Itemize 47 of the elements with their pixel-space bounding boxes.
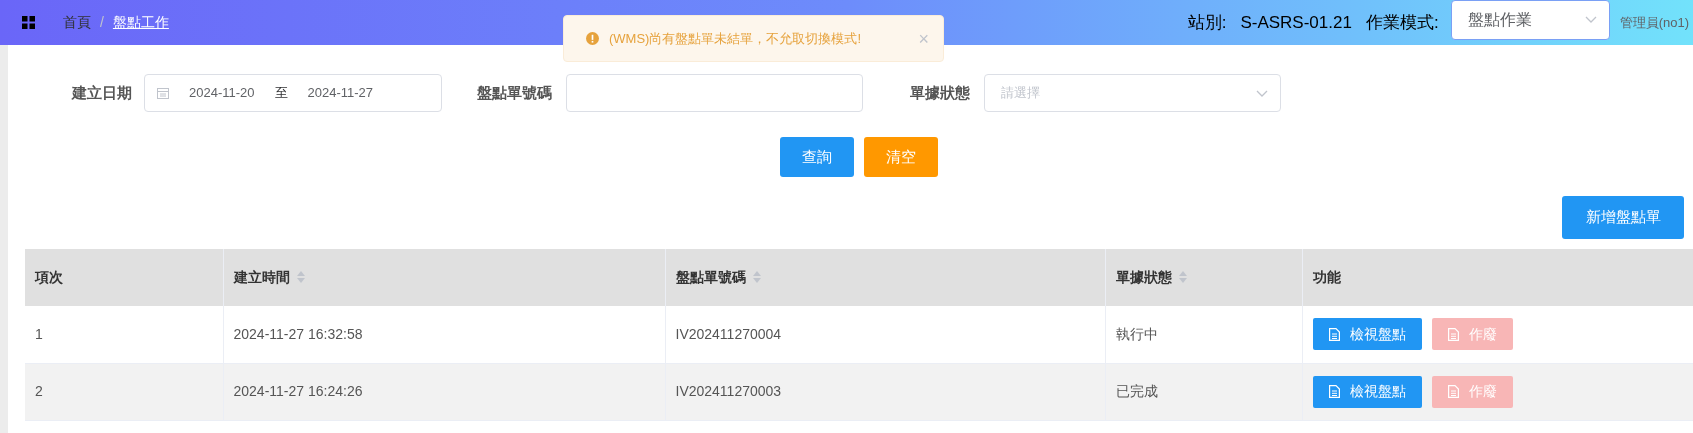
sort-icon[interactable] <box>752 271 761 283</box>
station-label: 站別: <box>1187 11 1227 34</box>
document-icon <box>1447 327 1459 341</box>
view-button[interactable]: 檢視盤點 <box>1312 375 1422 408</box>
sort-icon[interactable] <box>1178 271 1187 283</box>
sort-icon[interactable] <box>296 271 305 283</box>
header-cell[interactable]: 單據狀態 <box>1105 249 1302 306</box>
document-icon <box>1328 385 1340 398</box>
order-number-field[interactable] <box>566 74 863 112</box>
mode-label: 作業模式: <box>1365 11 1439 34</box>
table-cell: IV202411270003 <box>675 383 782 399</box>
breadcrumb-separator: / <box>100 13 104 32</box>
document-icon <box>1328 327 1340 341</box>
table-cell: 已完成 <box>1115 383 1158 399</box>
column-header[interactable]: 單據狀態 <box>1115 269 1172 285</box>
column-header[interactable]: 建立時間 <box>233 269 290 285</box>
document-icon <box>1447 385 1459 398</box>
chevron-down-icon <box>1256 89 1268 97</box>
breadcrumb-link[interactable]: 首頁 <box>63 12 91 33</box>
column-header: 項次 <box>35 269 63 285</box>
field-label: 單據狀態 <box>909 82 970 103</box>
table-cell: 2024-11-27 16:24:26 <box>233 383 363 399</box>
header-cell[interactable]: 盤點單號碼 <box>665 249 1105 306</box>
table-cell: 2 <box>35 383 43 399</box>
toast-message: (WMS)尚有盤點單未結單，不允取切換模式! <box>609 29 862 48</box>
field-label: 建立日期 <box>70 82 132 103</box>
table-cell: 執行中 <box>1115 325 1158 342</box>
station-value: S-ASRS-01.21 <box>1240 11 1352 34</box>
view-button[interactable]: 檢視盤點 <box>1312 318 1422 351</box>
date-range-field[interactable]: 2024-11-20 至 2024-11-27 <box>144 74 442 112</box>
warning-icon <box>586 32 599 45</box>
query-button[interactable]: 查詢 <box>780 137 854 177</box>
breadcrumb-link[interactable]: 盤點工作 <box>112 12 169 33</box>
new-count-button[interactable]: 新增盤點單 <box>1562 196 1684 239</box>
field-label: 盤點單號碼 <box>476 82 552 103</box>
header-cell[interactable]: 建立時間 <box>223 249 665 306</box>
calendar-icon <box>157 87 169 99</box>
column-header: 功能 <box>1312 269 1341 285</box>
chevron-down-icon <box>1584 16 1597 23</box>
user-name[interactable]: 管理員(no1) <box>1619 12 1689 33</box>
table-cell: 1 <box>35 325 43 342</box>
column-header[interactable]: 盤點單號碼 <box>675 269 746 285</box>
mode-select[interactable]: 盤點作業 <box>1450 0 1610 40</box>
table-cell: IV202411270004 <box>675 325 782 342</box>
table-cell: 2024-11-27 16:32:58 <box>233 325 363 342</box>
grid-icon[interactable] <box>22 16 35 29</box>
clear-button[interactable]: 清空 <box>864 137 938 177</box>
